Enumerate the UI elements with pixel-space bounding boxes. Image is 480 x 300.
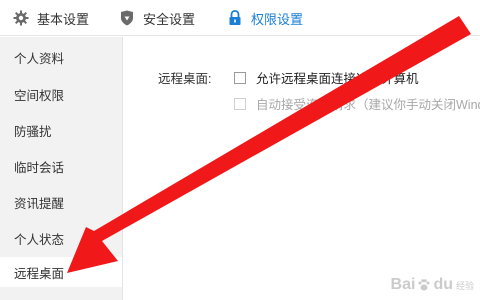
baidu-watermark: Bai du 经验 <box>391 276 474 294</box>
gear-icon <box>12 9 30 27</box>
allow-remote-desktop-label: 允许远程桌面连接这台计算机 <box>256 72 419 86</box>
tab-basic-settings[interactable]: 基本设置 <box>12 0 89 36</box>
sidebar-item-label: 临时会话 <box>14 160 65 175</box>
auto-accept-checkbox <box>234 97 246 110</box>
remote-desktop-section-label: 远程桌面: <box>158 72 212 86</box>
tab-security-settings[interactable]: 安全设置 <box>118 0 195 36</box>
tab-basic-settings-label: 基本设置 <box>37 11 90 27</box>
auto-accept-option: 自动接受连接请求（建议你手动关闭Windo <box>234 94 480 113</box>
sidebar-item-news-reminder[interactable]: 资讯提醒 <box>0 187 122 217</box>
watermark-sub: 经验 <box>455 280 474 291</box>
watermark-text: Bai <box>390 276 416 293</box>
tab-permission-settings[interactable]: 权限设置 <box>226 0 303 36</box>
auto-accept-label: 自动接受连接请求（建议你手动关闭Windo <box>256 98 480 112</box>
shield-icon <box>118 9 136 27</box>
sidebar-item-label: 远程桌面 <box>14 266 65 281</box>
tab-permission-settings-label: 权限设置 <box>251 11 304 27</box>
watermark-text-2: du <box>433 276 453 293</box>
sidebar-item-label: 空间权限 <box>14 88 65 103</box>
sidebar-item-personal-status[interactable]: 个人状态 <box>0 223 122 253</box>
remote-desktop-panel: 远程桌面: 允许远程桌面连接这台计算机 自动接受连接请求（建议你手动关闭Wind… <box>124 37 480 300</box>
sidebar-item-label: 个人资料 <box>14 51 65 66</box>
sidebar-item-temp-session[interactable]: 临时会话 <box>0 151 122 181</box>
sidebar-item-anti-harassment[interactable]: 防骚扰 <box>0 115 122 145</box>
sidebar-item-label: 资讯提醒 <box>14 196 65 211</box>
sidebar-item-label: 防骚扰 <box>14 124 52 139</box>
lock-icon <box>226 9 244 27</box>
paw-icon <box>417 278 431 292</box>
sidebar-item-label: 个人状态 <box>14 232 65 247</box>
allow-remote-desktop-checkbox[interactable] <box>234 71 246 84</box>
sidebar-item-personal-info[interactable]: 个人资料 <box>0 42 122 72</box>
tab-security-settings-label: 安全设置 <box>143 11 196 27</box>
settings-sidebar: 个人资料 空间权限 防骚扰 临时会话 资讯提醒 个人状态 远程桌面 <box>0 37 123 300</box>
sidebar-item-remote-desktop[interactable]: 远程桌面 <box>0 257 122 287</box>
allow-remote-desktop-option[interactable]: 允许远程桌面连接这台计算机 <box>234 68 419 87</box>
sidebar-item-space-permission[interactable]: 空间权限 <box>0 79 122 109</box>
settings-tab-bar: 基本设置 安全设置 权限设置 <box>0 0 480 36</box>
